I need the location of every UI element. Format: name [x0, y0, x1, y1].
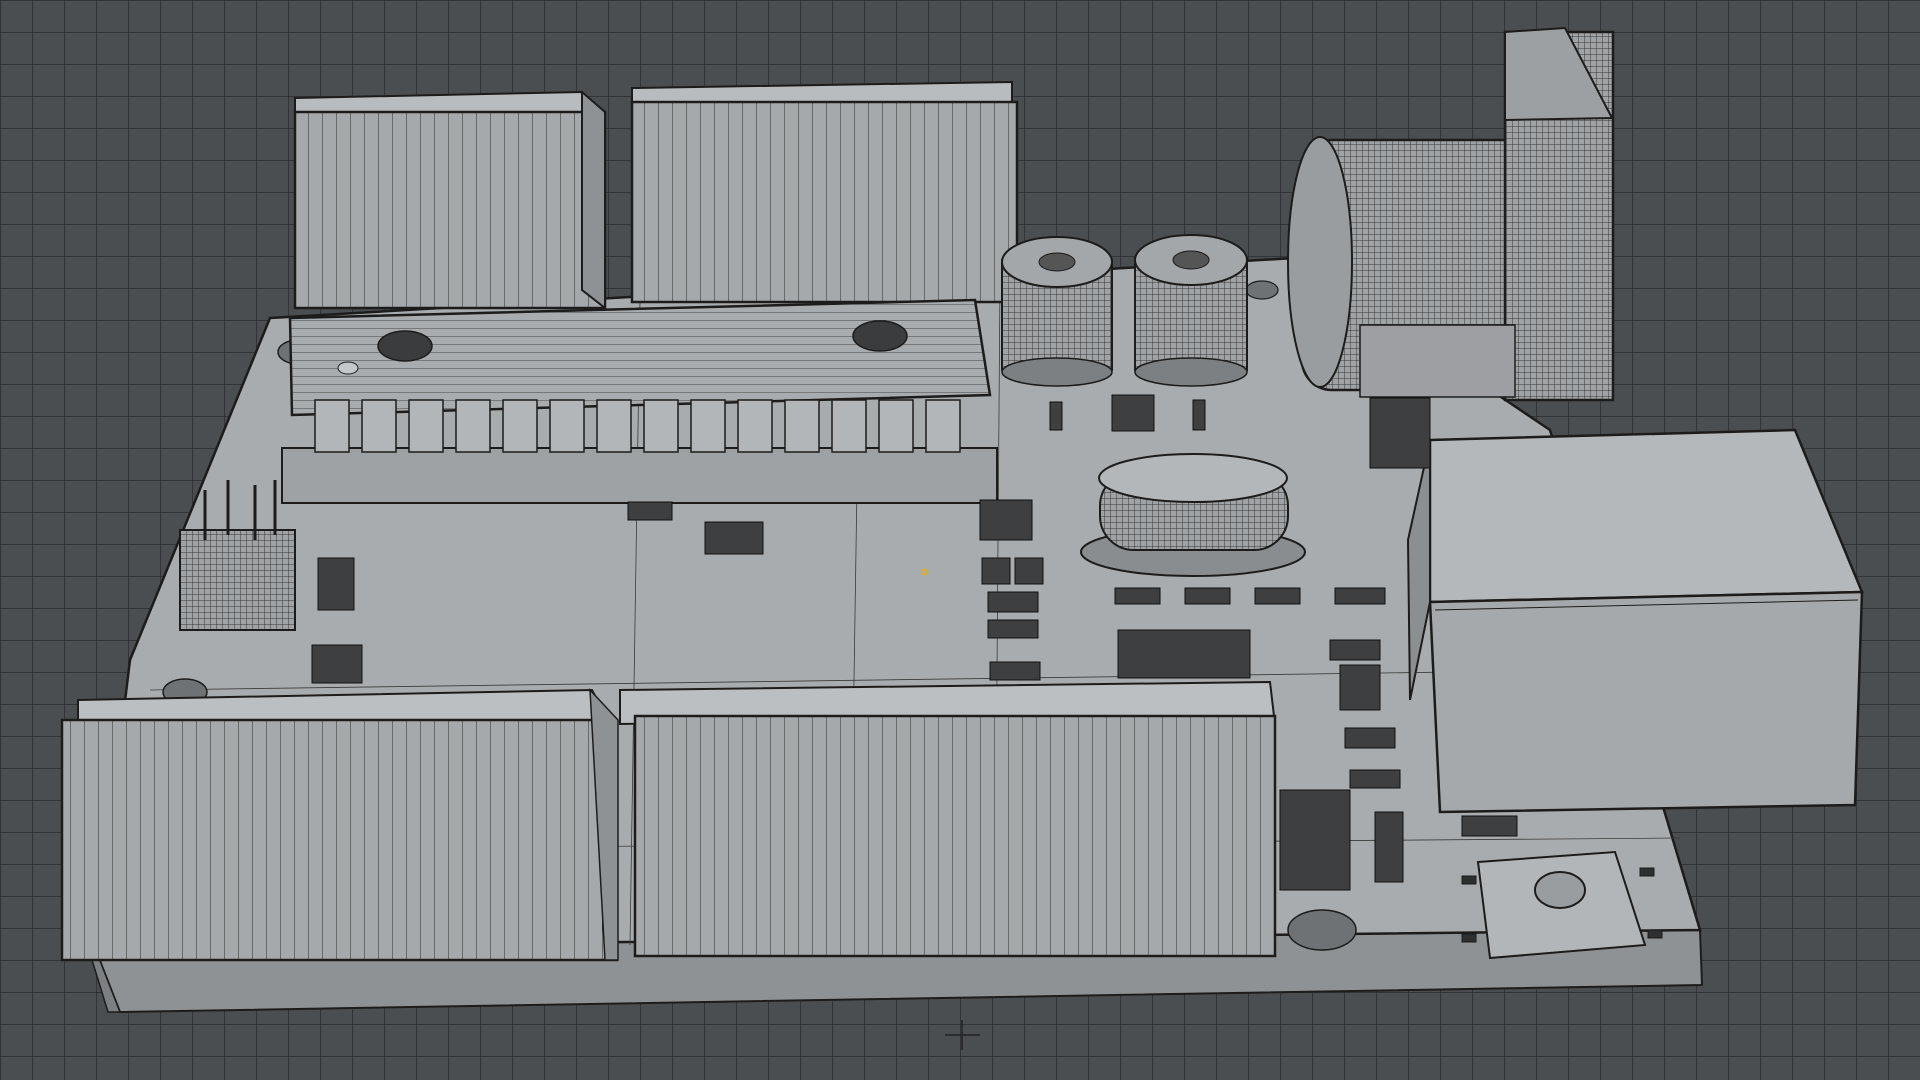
electrolytic-capacitor-2[interactable]: [1134, 234, 1248, 387]
dip-ic-chip[interactable]: [281, 298, 998, 504]
pin-header-bottom-left[interactable]: [60, 687, 619, 962]
3d-viewport[interactable]: [0, 0, 1920, 1080]
pin-header-top-left[interactable]: [293, 89, 607, 311]
power-jack[interactable]: [1287, 26, 1615, 402]
3d-cursor-icon[interactable]: [945, 1020, 980, 1050]
pin-header-bottom-right[interactable]: [619, 680, 1277, 958]
usb-connector[interactable]: [1406, 428, 1864, 814]
pin-header-top-right[interactable]: [630, 80, 1019, 304]
pcb-model-wireframe[interactable]: [0, 0, 1920, 1080]
electrolytic-capacitor-1[interactable]: [1001, 236, 1113, 387]
crystal-oscillator[interactable]: [1080, 453, 1306, 577]
